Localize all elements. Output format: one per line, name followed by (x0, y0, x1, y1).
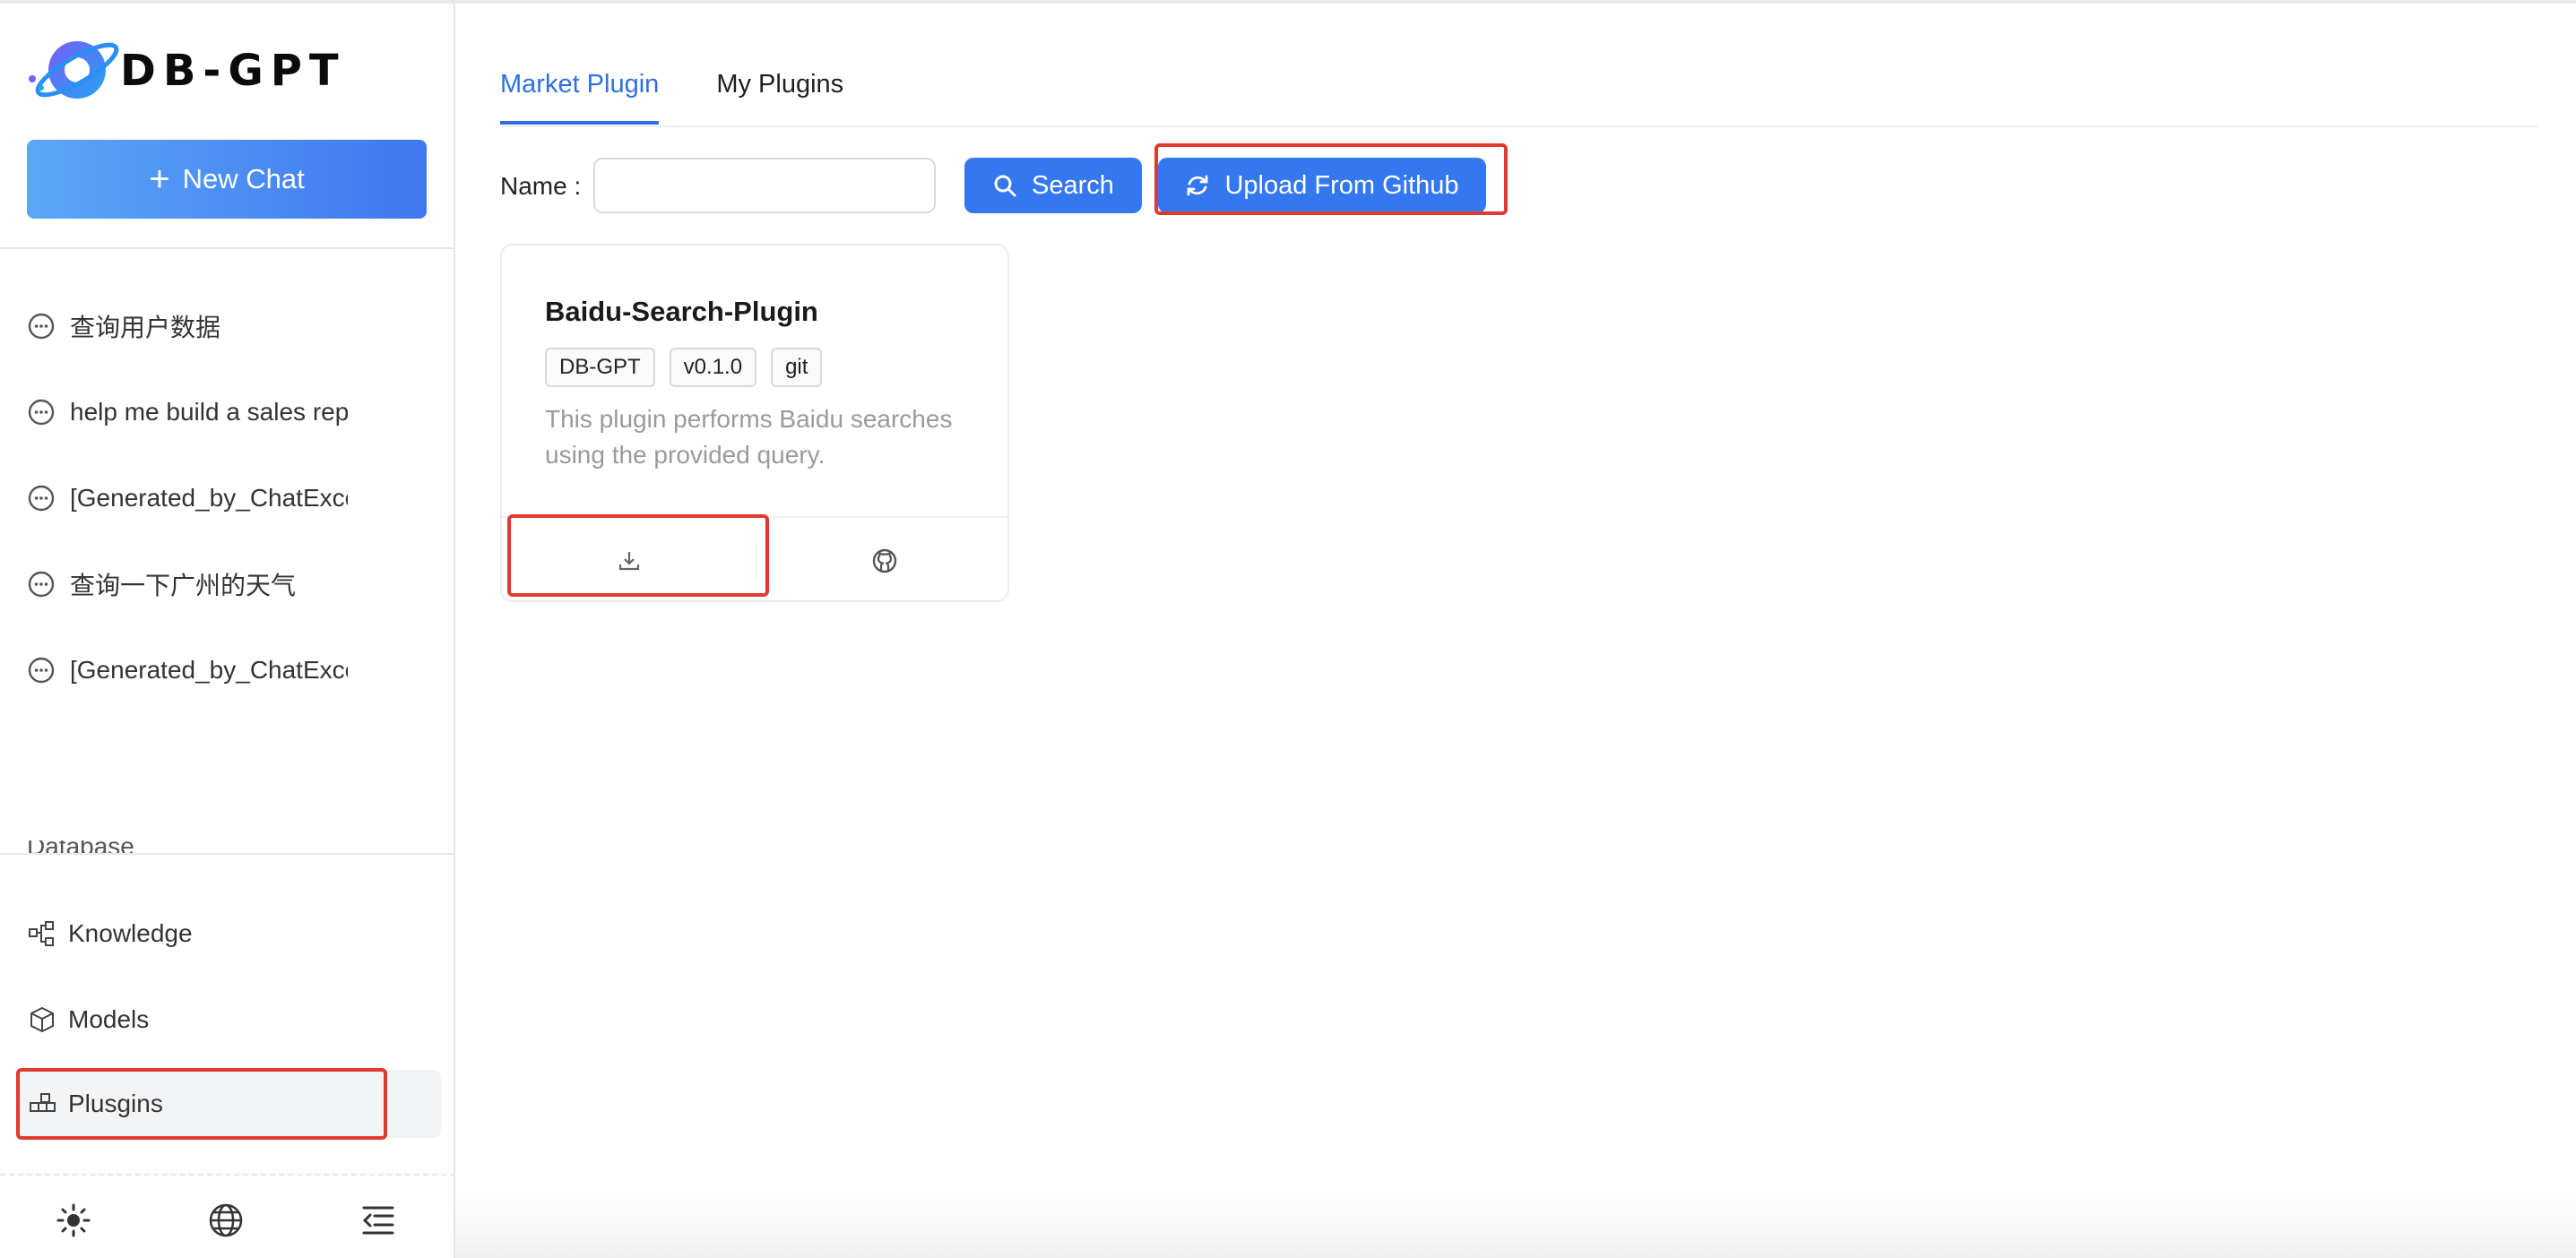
chat-history-item[interactable]: 查询用户数据 (27, 299, 350, 353)
plus-icon: + (149, 159, 170, 199)
plugin-description: This plugin performs Baidu searches usin… (545, 405, 953, 469)
language-globe-icon[interactable] (206, 1201, 246, 1240)
chat-bubble-icon (28, 399, 55, 426)
tabs-underline (500, 125, 2538, 127)
plugin-title: Baidu-Search-Plugin (545, 296, 818, 327)
download-icon (618, 552, 639, 571)
menu-item-plugins[interactable]: Plusgins (16, 1070, 441, 1138)
plugin-tag: v0.1.0 (669, 348, 757, 387)
plugin-tag: DB-GPT (545, 348, 655, 387)
menu-item-label: Plusgins (68, 1090, 163, 1117)
models-icon (30, 1006, 54, 1033)
github-icon (872, 548, 896, 573)
logo-text: DB-GPT (120, 46, 346, 96)
chat-history-label: 查询用户数据 (70, 314, 221, 341)
chat-history-item[interactable]: help me build a sales rep (27, 385, 350, 439)
name-field-label: Name : (500, 172, 582, 200)
chat-history-label: [Generated_by_ChatExcel (70, 484, 348, 512)
chat-history-item[interactable]: [Generated_by_ChatExcel (27, 643, 350, 697)
sidebar-footer-divider (0, 1174, 455, 1176)
plugin-name-input[interactable] (593, 158, 936, 213)
bottom-shade (455, 1192, 2576, 1258)
knowledge-icon (29, 921, 54, 946)
logo[interactable]: DB-GPT (25, 32, 346, 109)
plugin-card: Baidu-Search-Plugin DB-GPT v0.1.0 git Th… (500, 244, 1009, 602)
tab-market-plugin[interactable]: Market Plugin (500, 70, 660, 125)
plugin-tags: DB-GPT v0.1.0 git (545, 348, 836, 387)
install-plugin-button[interactable] (502, 518, 756, 600)
plugins-icon (30, 1093, 56, 1112)
collapse-menu-icon[interactable] (359, 1201, 398, 1240)
plugin-tag: git (771, 348, 823, 387)
upload-from-github-button[interactable]: Upload From Github (1158, 158, 1486, 213)
theme-sun-icon[interactable] (54, 1201, 93, 1240)
search-icon (994, 175, 1016, 197)
chat-history-label: [Generated_by_ChatExcel (70, 656, 348, 684)
menu-item-knowledge[interactable]: Knowledge (16, 900, 441, 968)
search-button-label: Search (1032, 170, 1114, 200)
chat-history-item[interactable]: 查询一下广州的天气 (27, 557, 350, 611)
new-chat-button[interactable]: + New Chat (27, 140, 427, 219)
menu-item-label: Models (68, 1005, 150, 1033)
sync-icon (1188, 175, 1208, 196)
new-chat-label: New Chat (182, 163, 305, 194)
chat-history-label: help me build a sales rep (70, 398, 348, 426)
chat-bubble-icon (28, 657, 55, 684)
menu-item-models[interactable]: Models (16, 986, 441, 1054)
logo-planet-icon (29, 41, 119, 99)
plugin-card-actions (502, 516, 1007, 600)
sidebar: DB-GPT + New Chat 查询用户数据 help me build a… (0, 4, 455, 1258)
chat-history-label: 查询一下广州的天气 (70, 572, 297, 599)
github-link-button[interactable] (757, 518, 1007, 600)
chat-history-item[interactable]: [Generated_by_ChatExcel (27, 471, 350, 525)
upload-button-label: Upload From Github (1224, 170, 1459, 200)
search-button[interactable]: Search (964, 158, 1142, 213)
chat-bubble-icon (28, 313, 55, 340)
menu-item-label: Knowledge (68, 919, 193, 947)
chat-bubble-icon (28, 485, 55, 512)
chat-bubble-icon (28, 571, 55, 598)
sidebar-divider (0, 247, 455, 249)
plugin-tabs: Market Plugin My Plugins (500, 70, 901, 125)
tab-my-plugins[interactable]: My Plugins (716, 70, 843, 125)
menu-divider (0, 853, 455, 855)
